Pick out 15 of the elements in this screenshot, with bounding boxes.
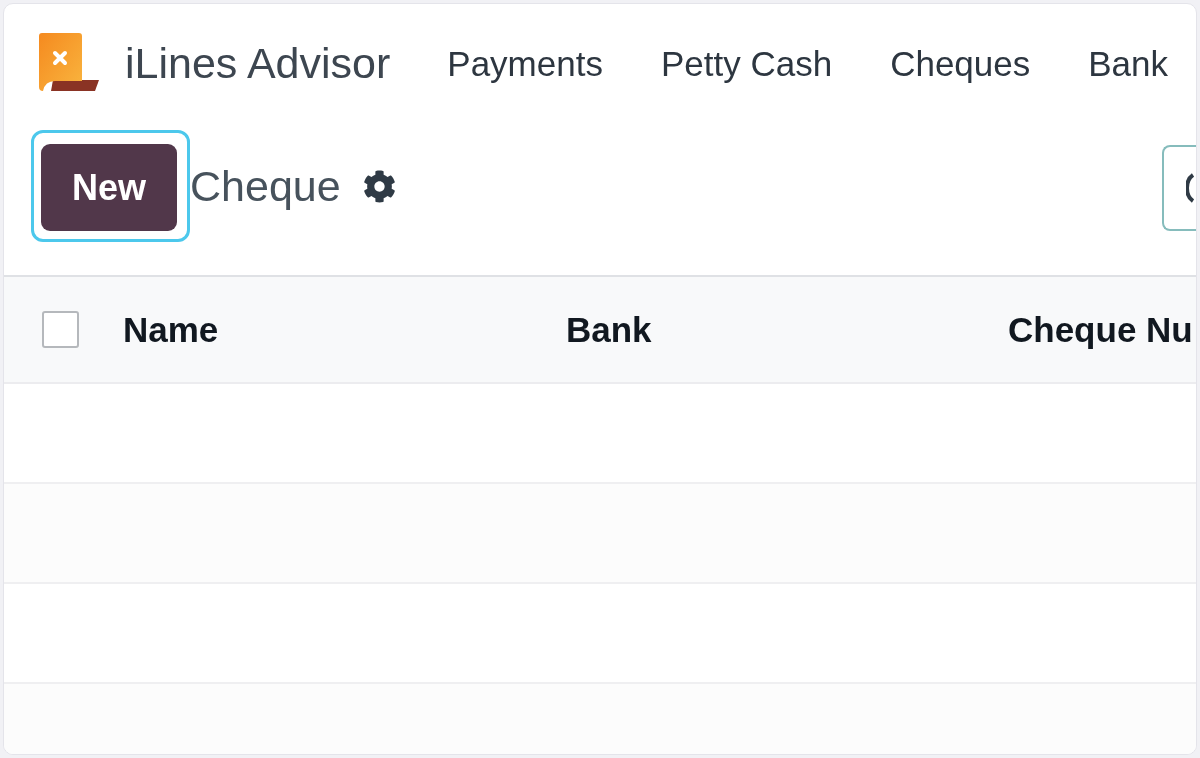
search-field[interactable] xyxy=(1162,145,1196,231)
logo-icon xyxy=(39,33,99,93)
select-all-checkbox[interactable] xyxy=(42,311,79,348)
menu-item[interactable]: Payments xyxy=(447,45,603,81)
menu-item[interactable]: Petty Cash xyxy=(660,45,833,81)
page-title: Cheque xyxy=(190,164,341,208)
app-name[interactable]: iLines Advisor xyxy=(125,41,391,85)
menu-item[interactable]: Bank xyxy=(1088,45,1169,81)
column-header[interactable]: Bank xyxy=(566,312,652,347)
settings-icon[interactable] xyxy=(362,169,396,203)
menu-item[interactable]: Cheques xyxy=(890,45,1031,81)
new-button[interactable]: New xyxy=(41,144,177,231)
column-header[interactable]: Cheque Nu xyxy=(1008,312,1193,347)
column-header[interactable]: Name xyxy=(123,312,219,347)
search-icon xyxy=(1186,173,1194,203)
